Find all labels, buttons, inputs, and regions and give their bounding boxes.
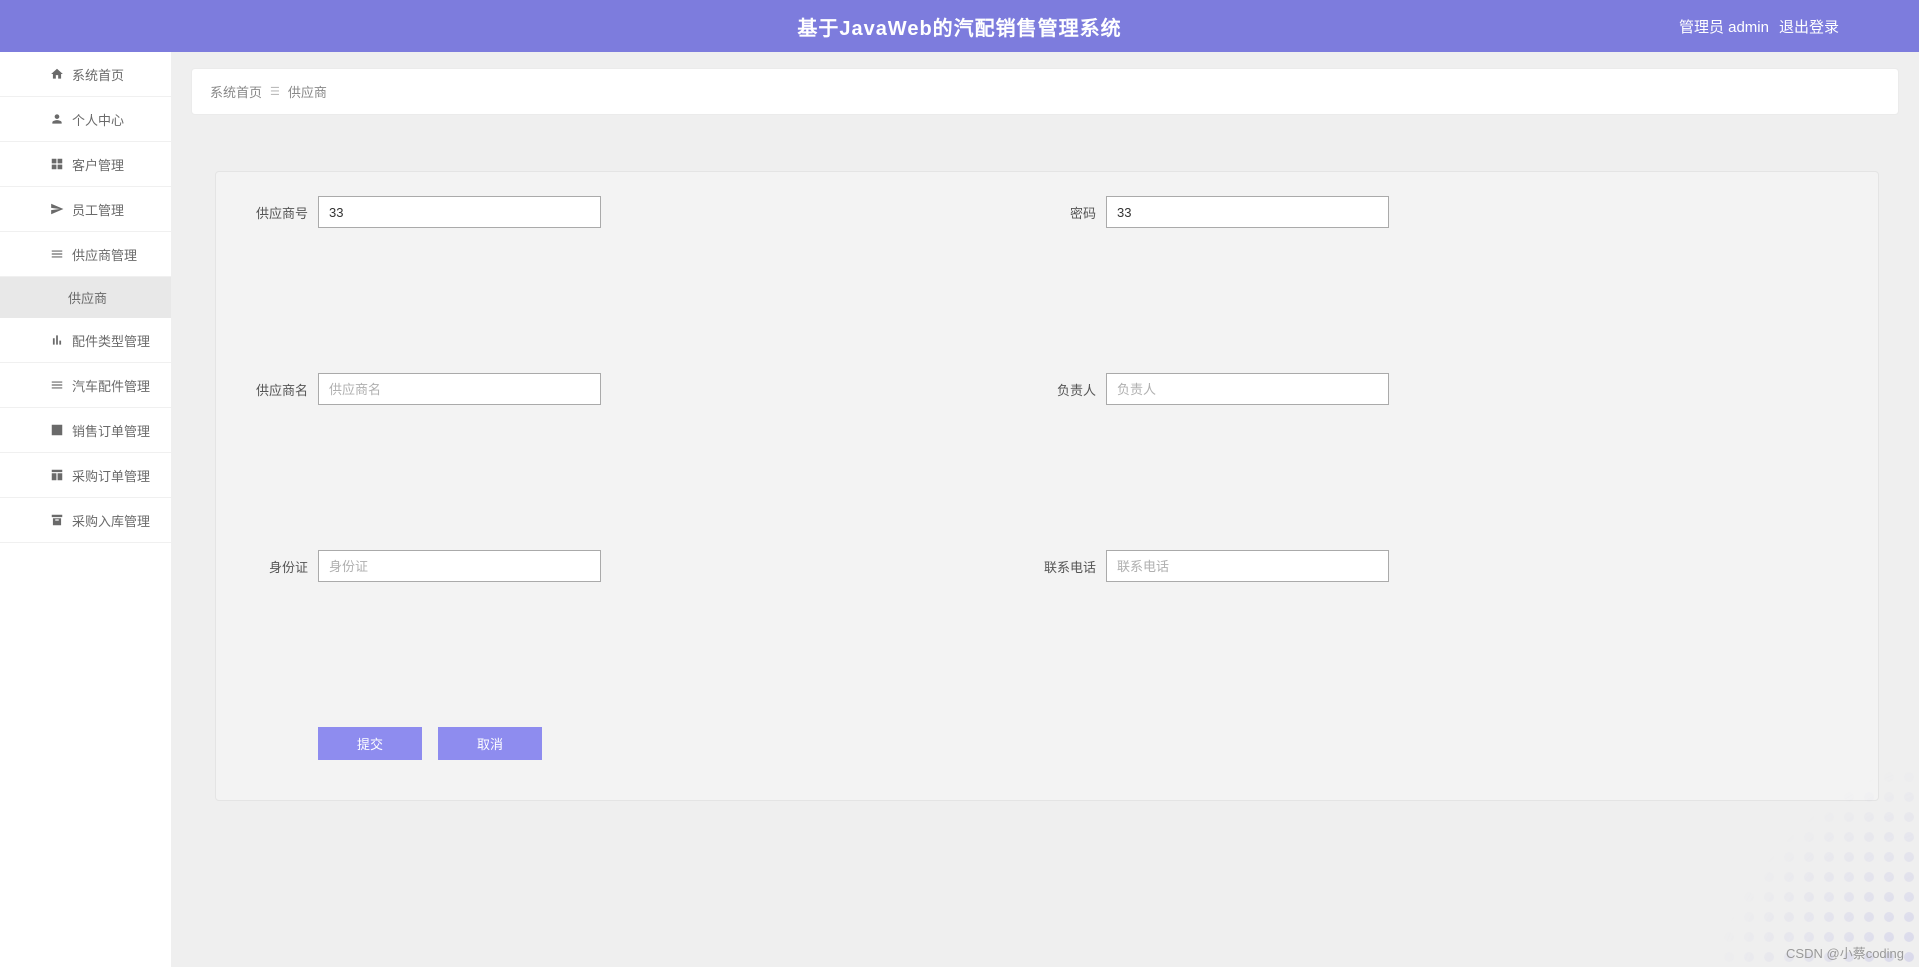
send-icon <box>50 202 64 216</box>
sidebar-item-parts[interactable]: 汽车配件管理 <box>0 363 171 408</box>
menu-icon <box>50 247 64 261</box>
sidebar-item-label: 销售订单管理 <box>72 421 150 440</box>
sidebar: 系统首页 个人中心 客户管理 员工管理 供应商管理 供应 <box>0 52 171 967</box>
cancel-button[interactable]: 取消 <box>438 727 542 760</box>
menu-icon <box>50 378 64 392</box>
breadcrumb-separator-icon: ☰ <box>270 85 280 98</box>
form-group-password: 密码 <box>1036 196 1389 228</box>
breadcrumb-home[interactable]: 系统首页 <box>210 82 262 101</box>
principal-label: 负责人 <box>1036 380 1096 399</box>
password-input[interactable] <box>1106 196 1389 228</box>
supplier-no-label: 供应商号 <box>248 203 308 222</box>
sidebar-item-purchaseorder[interactable]: 采购订单管理 <box>0 453 171 498</box>
sidebar-item-label: 客户管理 <box>72 155 124 174</box>
button-row: 提交 取消 <box>318 727 1846 760</box>
idcard-input[interactable] <box>318 550 601 582</box>
person-icon <box>50 112 64 126</box>
supplier-no-input[interactable] <box>318 196 601 228</box>
sidebar-item-warehouse[interactable]: 采购入库管理 <box>0 498 171 543</box>
password-label: 密码 <box>1036 203 1096 222</box>
idcard-label: 身份证 <box>248 557 308 576</box>
supplier-name-label: 供应商名 <box>248 380 308 399</box>
form-group-supplier-no: 供应商号 <box>248 196 601 228</box>
logout-link[interactable]: 退出登录 <box>1779 16 1839 37</box>
app-title: 基于JavaWeb的汽配销售管理系统 <box>797 12 1121 41</box>
sidebar-item-label: 供应商管理 <box>72 245 137 264</box>
sidebar-item-staff[interactable]: 员工管理 <box>0 187 171 232</box>
sidebar-item-customer[interactable]: 客户管理 <box>0 142 171 187</box>
sidebar-item-label: 个人中心 <box>72 110 124 129</box>
form-group-principal: 负责人 <box>1036 373 1389 405</box>
sidebar-item-label: 汽车配件管理 <box>72 376 150 395</box>
form-group-phone: 联系电话 <box>1036 550 1389 582</box>
sidebar-item-label: 采购订单管理 <box>72 466 150 485</box>
watermark: CSDN @小蔡coding <box>1786 943 1904 962</box>
sidebar-item-salesorder[interactable]: 销售订单管理 <box>0 408 171 453</box>
submit-button[interactable]: 提交 <box>318 727 422 760</box>
sidebar-item-label: 系统首页 <box>72 65 124 84</box>
grid-icon <box>50 157 64 171</box>
user-role: 管理员 admin <box>1679 16 1769 37</box>
sidebar-subitem-supplier[interactable]: 供应商 <box>0 277 171 318</box>
form-panel: 供应商号 密码 供应商名 负责人 <box>215 171 1879 801</box>
principal-input[interactable] <box>1106 373 1389 405</box>
check-icon <box>50 423 64 437</box>
sidebar-subitem-label: 供应商 <box>68 288 107 307</box>
form-group-supplier-name: 供应商名 <box>248 373 601 405</box>
main-content: 系统首页 ☰ 供应商 供应商号 密码 供应商名 <box>171 52 1919 967</box>
phone-label: 联系电话 <box>1036 557 1096 576</box>
sidebar-item-home[interactable]: 系统首页 <box>0 52 171 97</box>
home-icon <box>50 67 64 81</box>
form-group-idcard: 身份证 <box>248 550 601 582</box>
supplier-name-input[interactable] <box>318 373 601 405</box>
header-right: 管理员 admin 退出登录 <box>1679 16 1839 37</box>
sidebar-item-profile[interactable]: 个人中心 <box>0 97 171 142</box>
table-icon <box>50 468 64 482</box>
bar-icon <box>50 333 64 347</box>
breadcrumb: 系统首页 ☰ 供应商 <box>191 68 1899 115</box>
breadcrumb-current: 供应商 <box>288 82 327 101</box>
sidebar-item-parttype[interactable]: 配件类型管理 <box>0 318 171 363</box>
sidebar-item-supplier[interactable]: 供应商管理 <box>0 232 171 277</box>
phone-input[interactable] <box>1106 550 1389 582</box>
sidebar-item-label: 采购入库管理 <box>72 511 150 530</box>
header: 基于JavaWeb的汽配销售管理系统 管理员 admin 退出登录 <box>0 0 1919 52</box>
archive-icon <box>50 513 64 527</box>
sidebar-item-label: 配件类型管理 <box>72 331 150 350</box>
sidebar-item-label: 员工管理 <box>72 200 124 219</box>
